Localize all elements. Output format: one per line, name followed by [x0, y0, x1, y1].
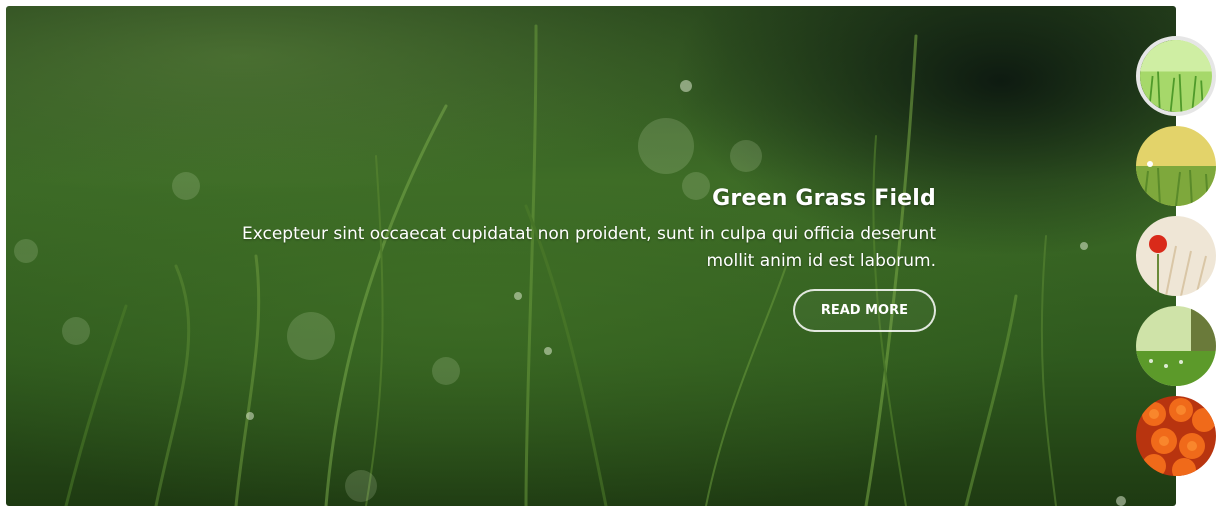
slide-caption: Green Grass Field Excepteur sint occaeca…: [236, 186, 936, 332]
thumbnail-red-poppy[interactable]: [1136, 216, 1216, 296]
thumbnail-orange-roses[interactable]: [1136, 396, 1216, 476]
green-grass-thumbnail-image: [1140, 40, 1212, 112]
thumbnail-yellow-meadow[interactable]: [1136, 126, 1216, 206]
read-more-button[interactable]: READ MORE: [792, 289, 936, 332]
orange-roses-thumbnail-image: [1136, 396, 1216, 476]
thumbnail-sunny-field[interactable]: [1136, 306, 1216, 386]
slide-title: Green Grass Field: [712, 186, 936, 211]
yellow-meadow-thumbnail-image: [1136, 126, 1216, 206]
thumbnail-green-grass[interactable]: [1136, 36, 1216, 116]
red-poppy-thumbnail-image: [1136, 216, 1216, 296]
hero-slider: Green Grass Field Excepteur sint occaeca…: [6, 6, 1176, 506]
slide-description: Excepteur sint occaecat cupidatat non pr…: [241, 224, 936, 271]
thumbnail-navigation: [1136, 36, 1218, 486]
sunny-field-thumbnail-image: [1136, 306, 1216, 386]
